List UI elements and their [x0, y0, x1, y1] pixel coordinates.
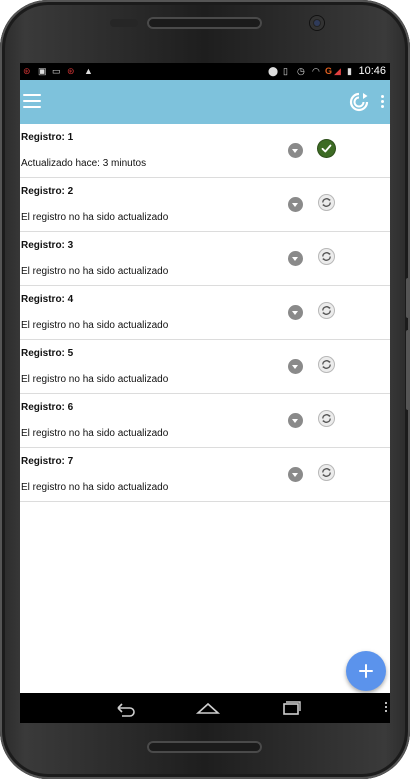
expand-dropdown-icon[interactable]	[288, 143, 303, 158]
sync-icon[interactable]	[318, 410, 335, 427]
sync-icon[interactable]	[318, 464, 335, 481]
record-status: El registro no ha sido actualizado	[21, 320, 169, 331]
record-title: Registro: 6	[21, 402, 74, 413]
list-item[interactable]: Registro: 5 El registro no ha sido actual…	[20, 340, 390, 394]
sync-all-icon[interactable]	[348, 91, 370, 113]
record-title: Registro: 5	[21, 348, 74, 359]
bottom-speaker	[147, 741, 262, 753]
signal-icon: ◢	[334, 66, 341, 76]
record-status: El registro no ha sido actualizado	[21, 266, 169, 277]
home-icon[interactable]	[195, 698, 221, 718]
list-item[interactable]: Registro: 2 El registro no ha sido actual…	[20, 178, 390, 232]
expand-dropdown-icon[interactable]	[288, 359, 303, 374]
battery-icon: ▮	[347, 66, 352, 76]
recent-apps-icon[interactable]	[278, 698, 304, 718]
overflow-menu-icon[interactable]	[379, 93, 385, 111]
record-title: Registro: 1	[21, 132, 74, 143]
record-title: Registro: 2	[21, 186, 74, 197]
app-toolbar	[20, 80, 390, 124]
image-icon: ▭	[52, 66, 61, 76]
sync-icon[interactable]	[318, 302, 335, 319]
record-title: Registro: 4	[21, 294, 74, 305]
list-item[interactable]: Registro: 6 El registro no ha sido actual…	[20, 394, 390, 448]
proximity-sensor	[110, 19, 138, 27]
phone-frame: ⊛ ▣ ▭ ⊛ ▲ ⬤ ▯ ◷ ◠ G ◢ ▮ 10:46 Registro: …	[0, 0, 410, 779]
app-screen: ⊛ ▣ ▭ ⊛ ▲ ⬤ ▯ ◷ ◠ G ◢ ▮ 10:46 Registro: …	[20, 63, 390, 723]
hamburger-menu-icon[interactable]	[23, 94, 41, 108]
system-navigation-bar	[20, 693, 390, 723]
alarm-icon: ◷	[297, 66, 305, 76]
warning-icon: ▲	[84, 66, 93, 76]
expand-dropdown-icon[interactable]	[288, 413, 303, 428]
front-camera	[310, 16, 324, 30]
sync-icon[interactable]	[318, 356, 335, 373]
overflow-menu-icon[interactable]	[385, 702, 388, 714]
record-status: El registro no ha sido actualizado	[21, 428, 169, 439]
earpiece-speaker	[147, 17, 262, 29]
record-status: El registro no ha sido actualizado	[21, 212, 169, 223]
record-status: Actualizado hace: 3 minutos	[21, 158, 147, 169]
add-record-button[interactable]	[346, 651, 386, 691]
list-item[interactable]: Registro: 4 El registro no ha sido actual…	[20, 286, 390, 340]
sync-icon[interactable]	[318, 194, 335, 211]
plus-icon	[359, 664, 373, 678]
expand-dropdown-icon[interactable]	[288, 305, 303, 320]
sync-icon[interactable]	[318, 248, 335, 265]
list-item[interactable]: Registro: 7 El registro no ha sido actual…	[20, 448, 390, 502]
expand-dropdown-icon[interactable]	[288, 467, 303, 482]
checkmark-icon[interactable]	[318, 140, 335, 157]
list-item[interactable]: Registro: 1 Actualizado hace: 3 minutos	[20, 124, 390, 178]
wifi-icon: ◠	[312, 66, 320, 76]
clock: 10:46	[358, 65, 386, 77]
network-type-label: G	[325, 66, 333, 76]
record-title: Registro: 3	[21, 240, 74, 251]
record-title: Registro: 7	[21, 456, 74, 467]
list-item[interactable]: Registro: 3 El registro no ha sido actual…	[20, 232, 390, 286]
record-status: El registro no ha sido actualizado	[21, 374, 169, 385]
notification-icon: ⊛	[23, 66, 31, 76]
back-icon[interactable]	[112, 698, 138, 718]
vibrate-icon: ▯	[283, 66, 288, 76]
volume-button	[406, 278, 410, 318]
expand-dropdown-icon[interactable]	[288, 251, 303, 266]
status-bar: ⊛ ▣ ▭ ⊛ ▲ ⬤ ▯ ◷ ◠ G ◢ ▮ 10:46	[20, 63, 390, 80]
expand-dropdown-icon[interactable]	[288, 197, 303, 212]
power-button	[406, 330, 410, 410]
record-list: Registro: 1 Actualizado hace: 3 minutos Re…	[20, 124, 390, 502]
notification-icon: ⊛	[67, 66, 75, 76]
image-icon: ▣	[38, 66, 47, 76]
location-icon: ⬤	[268, 66, 279, 76]
record-status: El registro no ha sido actualizado	[21, 482, 169, 493]
